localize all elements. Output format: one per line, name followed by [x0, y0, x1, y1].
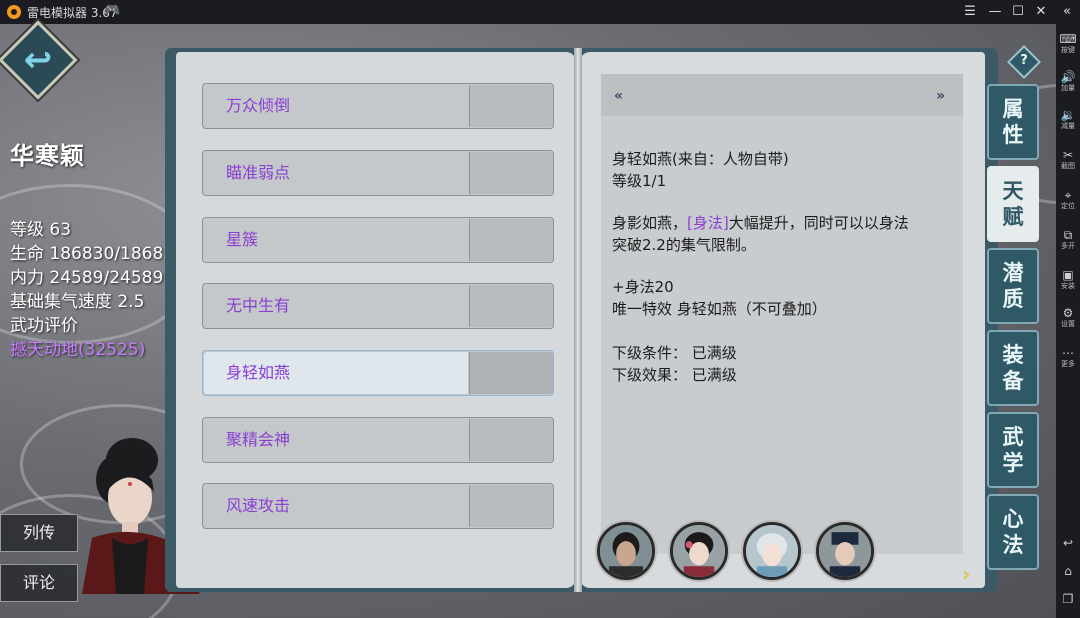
party-avatar-4[interactable] [816, 522, 874, 580]
talent-slot [469, 419, 553, 461]
sidebar-volume-up[interactable]: 🔊 加量 [1056, 70, 1080, 93]
tab-martial-arts[interactable]: 武学 [987, 412, 1039, 488]
next-page-icon[interactable]: » [936, 88, 945, 104]
party-avatar-2[interactable] [670, 522, 728, 580]
talent-name: 星簇 [204, 219, 468, 261]
sidebar-volume-down[interactable]: 🔉 减量 [1056, 108, 1080, 131]
emulator-titlebar: 雷电模拟器 3.67 🎮 ☰ — ☐ ✕ « [0, 0, 1080, 24]
settings-icon: ⚙ [1062, 306, 1074, 320]
talent-row[interactable]: 星簇 [202, 217, 554, 263]
android-recent-icon[interactable]: ❐ [1056, 592, 1080, 606]
sidebar-keyboard[interactable]: ⌨ 按键 [1056, 32, 1080, 55]
talent-slot [469, 352, 553, 394]
biography-button[interactable]: 列传 [0, 514, 78, 552]
talent-name: 瞄准弱点 [204, 152, 468, 194]
back-arrow-icon: ↩ [23, 40, 53, 80]
talent-slot [469, 85, 553, 127]
sidebar-install[interactable]: ▣ 安装 [1056, 268, 1080, 291]
multi-window-icon: ⧉ [1063, 228, 1073, 242]
party-avatar-3[interactable] [743, 522, 801, 580]
location-icon: ⌖ [1064, 188, 1072, 202]
tab-potential[interactable]: 潜质 [987, 248, 1039, 324]
keyboard-icon: ⌨ [1059, 32, 1077, 46]
prev-page-icon[interactable]: « [614, 88, 623, 104]
detail-bonus: +身法20 [612, 278, 674, 296]
talent-name: 无中生有 [204, 285, 468, 327]
stat-level: 等级 63 [10, 220, 72, 240]
talent-slot [469, 285, 553, 327]
volume-down-icon: 🔉 [1060, 108, 1076, 122]
book-spine [574, 48, 582, 592]
talent-row[interactable]: 聚精会神 [202, 417, 554, 463]
emulator-sidebar: ⌨ 按键 🔊 加量 🔉 减量 ✂ 截图 ⌖ 定位 ⧉ 多开 ▣ 安装 ⚙ 设置 ⋯ 更多 ↩ ⌂ … [1056, 24, 1080, 618]
scissors-icon: ✂ [1062, 148, 1074, 162]
character-name: 华寒颖 [10, 142, 85, 170]
stat-hp: 生命 186830/186830 [10, 244, 185, 264]
talent-name: 身轻如燕 [204, 352, 468, 394]
sidebar-more[interactable]: ⋯ 更多 [1056, 346, 1080, 369]
keyword-agility: [身法] [687, 214, 729, 232]
talent-name: 聚精会神 [204, 419, 468, 461]
tab-mental-method[interactable]: 心法 [987, 494, 1039, 570]
talent-name: 万众倾倒 [204, 85, 468, 127]
emulator-logo-icon [7, 5, 21, 19]
talent-row[interactable]: 风速攻击 [202, 483, 554, 529]
party-avatar-1[interactable] [597, 522, 655, 580]
tab-talents[interactable]: 天赋 [987, 166, 1039, 242]
sidebar-multi[interactable]: ⧉ 多开 [1056, 228, 1080, 251]
talent-slot [469, 152, 553, 194]
comment-button[interactable]: 评论 [0, 564, 78, 602]
talent-row[interactable]: 无中生有 [202, 283, 554, 329]
talent-row[interactable]: 瞄准弱点 [202, 150, 554, 196]
stat-speed: 基础集气速度 2.5 [10, 292, 145, 312]
detail-description-line2: 突破2.2的集气限制。 [612, 236, 756, 254]
help-icon: ? [1020, 53, 1028, 68]
detail-description: 身影如燕，[身法]大幅提升，同时可以以身法 [612, 214, 909, 232]
detail-level: 等级1/1 [612, 172, 667, 190]
talent-slot [469, 219, 553, 261]
minimize-icon[interactable]: — [985, 2, 1005, 22]
close-icon[interactable]: ✕ [1031, 2, 1051, 22]
detail-next-condition: 下级条件： 已满级 [612, 344, 737, 362]
more-icon: ⋯ [1062, 346, 1074, 360]
stat-rating-label: 武功评价 [10, 316, 78, 336]
tab-equipment[interactable]: 装备 [987, 330, 1039, 406]
stat-mp: 内力 24589/24589 [10, 268, 164, 288]
apk-install-icon: ▣ [1062, 268, 1074, 282]
detail-title: 身轻如燕(来自：人物自带) [612, 150, 789, 168]
sidebar-screenshot[interactable]: ✂ 截图 [1056, 148, 1080, 171]
detail-next-effect: 下级效果： 已满级 [612, 366, 737, 384]
menu-icon[interactable]: ☰ [960, 2, 980, 22]
talent-row[interactable]: 万众倾倒 [202, 83, 554, 129]
stat-rating-value: 撼天动地(32525) [10, 340, 146, 360]
sidebar-settings[interactable]: ⚙ 设置 [1056, 306, 1080, 329]
volume-up-icon: 🔊 [1060, 70, 1076, 84]
gamepad-icon[interactable]: 🎮 [104, 3, 120, 18]
detail-unique: 唯一特效 身轻如燕（不可叠加） [612, 300, 827, 318]
maximize-icon[interactable]: ☐ [1008, 2, 1028, 22]
android-home-icon[interactable]: ⌂ [1056, 564, 1080, 578]
tab-attributes[interactable]: 属性 [987, 84, 1039, 160]
talent-row-selected[interactable]: 身轻如燕 [202, 350, 554, 396]
talent-name: 风速攻击 [204, 485, 468, 527]
sidebar-location[interactable]: ⌖ 定位 [1056, 188, 1080, 211]
detail-header [601, 74, 963, 116]
talent-slot [469, 485, 553, 527]
collapse-sidebar-icon[interactable]: « [1057, 2, 1077, 22]
next-avatar-page-icon[interactable]: › [962, 562, 970, 586]
android-back-icon[interactable]: ↩ [1056, 536, 1080, 550]
